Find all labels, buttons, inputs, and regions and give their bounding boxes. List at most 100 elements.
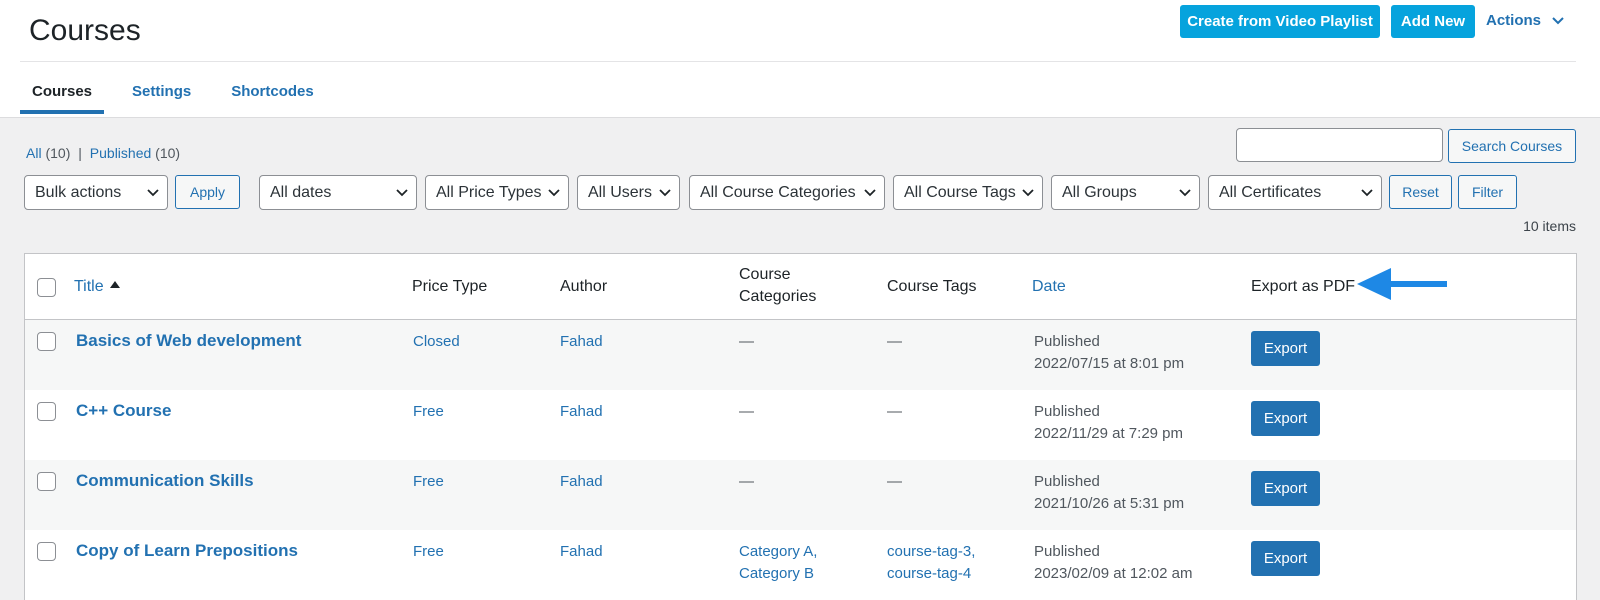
tag-line-1: — — [887, 473, 902, 490]
tab-bar: Courses Settings Shortcodes — [20, 78, 342, 114]
column-date[interactable]: Date — [1032, 276, 1066, 298]
tags-cell[interactable]: course-tag-3, course-tag-4 — [887, 541, 975, 585]
create-from-video-playlist-button[interactable]: Create from Video Playlist — [1180, 5, 1380, 38]
header-divider — [20, 61, 1576, 62]
category-line-1[interactable]: Category A, — [739, 541, 817, 563]
date-status: Published — [1034, 543, 1100, 560]
category-line-2[interactable]: Category B — [739, 563, 817, 585]
view-all-count: (10) — [45, 145, 71, 161]
export-button[interactable]: Export — [1251, 331, 1320, 366]
column-course-categories: Course Categories — [739, 264, 816, 308]
price-type-link[interactable]: Free — [413, 471, 444, 493]
categories-cell: — — [739, 401, 754, 423]
column-price-type: Price Type — [412, 278, 488, 295]
tags-cell: — — [887, 401, 902, 423]
chevron-down-icon — [864, 189, 876, 197]
date-cell: Published 2022/11/29 at 7:29 pm — [1034, 401, 1183, 445]
course-title-link[interactable]: C++ Course — [76, 400, 171, 422]
table-row: Communication Skills Free Fahad — — Publ… — [25, 460, 1576, 530]
top-header: Courses Create from Video Playlist Add N… — [0, 0, 1600, 118]
chevron-down-icon — [147, 189, 159, 197]
table-row: C++ Course Free Fahad — — Published 2022… — [25, 390, 1576, 460]
chevron-down-icon — [548, 189, 560, 197]
price-type-link[interactable]: Free — [413, 401, 444, 423]
course-title-link[interactable]: Basics of Web development — [76, 330, 301, 352]
date-value: 2022/07/15 at 8:01 pm — [1034, 355, 1185, 372]
date-cell: Published 2023/02/09 at 12:02 am — [1034, 541, 1192, 585]
view-published-count: (10) — [155, 145, 181, 161]
categories-cell[interactable]: Category A, Category B — [739, 541, 817, 585]
page-title: Courses — [29, 14, 141, 47]
actions-dropdown[interactable]: Actions — [1486, 12, 1565, 29]
categories-cell: — — [739, 331, 754, 353]
tags-cell: — — [887, 471, 902, 493]
price-type-link[interactable]: Closed — [413, 331, 460, 353]
groups-select[interactable]: All Groups — [1051, 175, 1200, 210]
filter-button[interactable]: Filter — [1458, 175, 1517, 209]
date-status: Published — [1034, 333, 1100, 350]
bulk-actions-value: Bulk actions — [35, 183, 122, 201]
column-author: Author — [560, 278, 608, 295]
tab-settings[interactable]: Settings — [120, 78, 203, 114]
actions-label: Actions — [1486, 12, 1542, 29]
table-row: Basics of Web development Closed Fahad —… — [25, 320, 1576, 390]
category-line-1: — — [739, 473, 754, 490]
price-type-link[interactable]: Free — [413, 541, 444, 563]
date-cell: Published 2022/07/15 at 8:01 pm — [1034, 331, 1184, 375]
add-new-button[interactable]: Add New — [1391, 5, 1475, 38]
course-categories-select[interactable]: All Course Categories — [689, 175, 885, 210]
course-title-link[interactable]: Copy of Learn Prepositions — [76, 540, 298, 562]
export-button[interactable]: Export — [1251, 401, 1320, 436]
author-link[interactable]: Fahad — [560, 331, 603, 353]
category-line-1: — — [739, 403, 754, 420]
sort-ascending-icon — [109, 281, 120, 288]
row-checkbox[interactable] — [37, 472, 56, 491]
course-categories-value: All Course Categories — [700, 183, 856, 201]
chevron-down-icon — [396, 189, 408, 197]
tab-shortcodes[interactable]: Shortcodes — [219, 78, 326, 114]
row-checkbox[interactable] — [37, 542, 56, 561]
bulk-actions-select[interactable]: Bulk actions — [24, 175, 168, 210]
chevron-down-icon — [1022, 189, 1034, 197]
select-all-checkbox[interactable] — [37, 278, 56, 297]
column-title[interactable]: Title — [74, 276, 120, 298]
column-categories-line-1: Course — [739, 266, 791, 283]
course-title-link[interactable]: Communication Skills — [76, 470, 254, 492]
reset-button[interactable]: Reset — [1389, 175, 1452, 209]
tag-line-2[interactable]: course-tag-4 — [887, 563, 975, 585]
view-published-link[interactable]: Published — [90, 145, 152, 161]
users-select[interactable]: All Users — [577, 175, 680, 210]
search-input[interactable] — [1236, 128, 1443, 162]
column-export-as-pdf: Export as PDF — [1251, 278, 1356, 295]
export-button[interactable]: Export — [1251, 471, 1320, 506]
view-all-link[interactable]: All — [26, 145, 42, 161]
column-title-label: Title — [74, 278, 104, 295]
author-link[interactable]: Fahad — [560, 401, 603, 423]
view-separator: | — [78, 145, 82, 161]
export-button[interactable]: Export — [1251, 541, 1320, 576]
courses-table: Title Price Type Author Course Categorie… — [24, 253, 1577, 600]
search-courses-button[interactable]: Search Courses — [1448, 129, 1576, 163]
date-cell: Published 2021/10/26 at 5:31 pm — [1034, 471, 1184, 515]
price-types-select[interactable]: All Price Types — [425, 175, 569, 210]
course-tags-select[interactable]: All Course Tags — [893, 175, 1043, 210]
certificates-select[interactable]: All Certificates — [1208, 175, 1382, 210]
author-link[interactable]: Fahad — [560, 471, 603, 493]
column-course-tags: Course Tags — [887, 278, 977, 295]
chevron-down-icon — [1552, 16, 1564, 24]
column-categories-line-2: Categories — [739, 288, 817, 305]
view-filters: All (10) | Published (10) — [26, 145, 180, 161]
tab-courses[interactable]: Courses — [20, 78, 105, 114]
tags-cell: — — [887, 331, 902, 353]
date-status: Published — [1034, 403, 1100, 420]
row-checkbox[interactable] — [37, 332, 56, 351]
author-link[interactable]: Fahad — [560, 541, 603, 563]
dates-select[interactable]: All dates — [259, 175, 417, 210]
dates-value: All dates — [270, 183, 332, 201]
users-value: All Users — [588, 183, 653, 201]
row-checkbox[interactable] — [37, 402, 56, 421]
chevron-down-icon — [659, 189, 671, 197]
course-tags-value: All Course Tags — [904, 183, 1016, 201]
apply-button[interactable]: Apply — [175, 175, 240, 209]
tag-line-1[interactable]: course-tag-3, — [887, 541, 975, 563]
